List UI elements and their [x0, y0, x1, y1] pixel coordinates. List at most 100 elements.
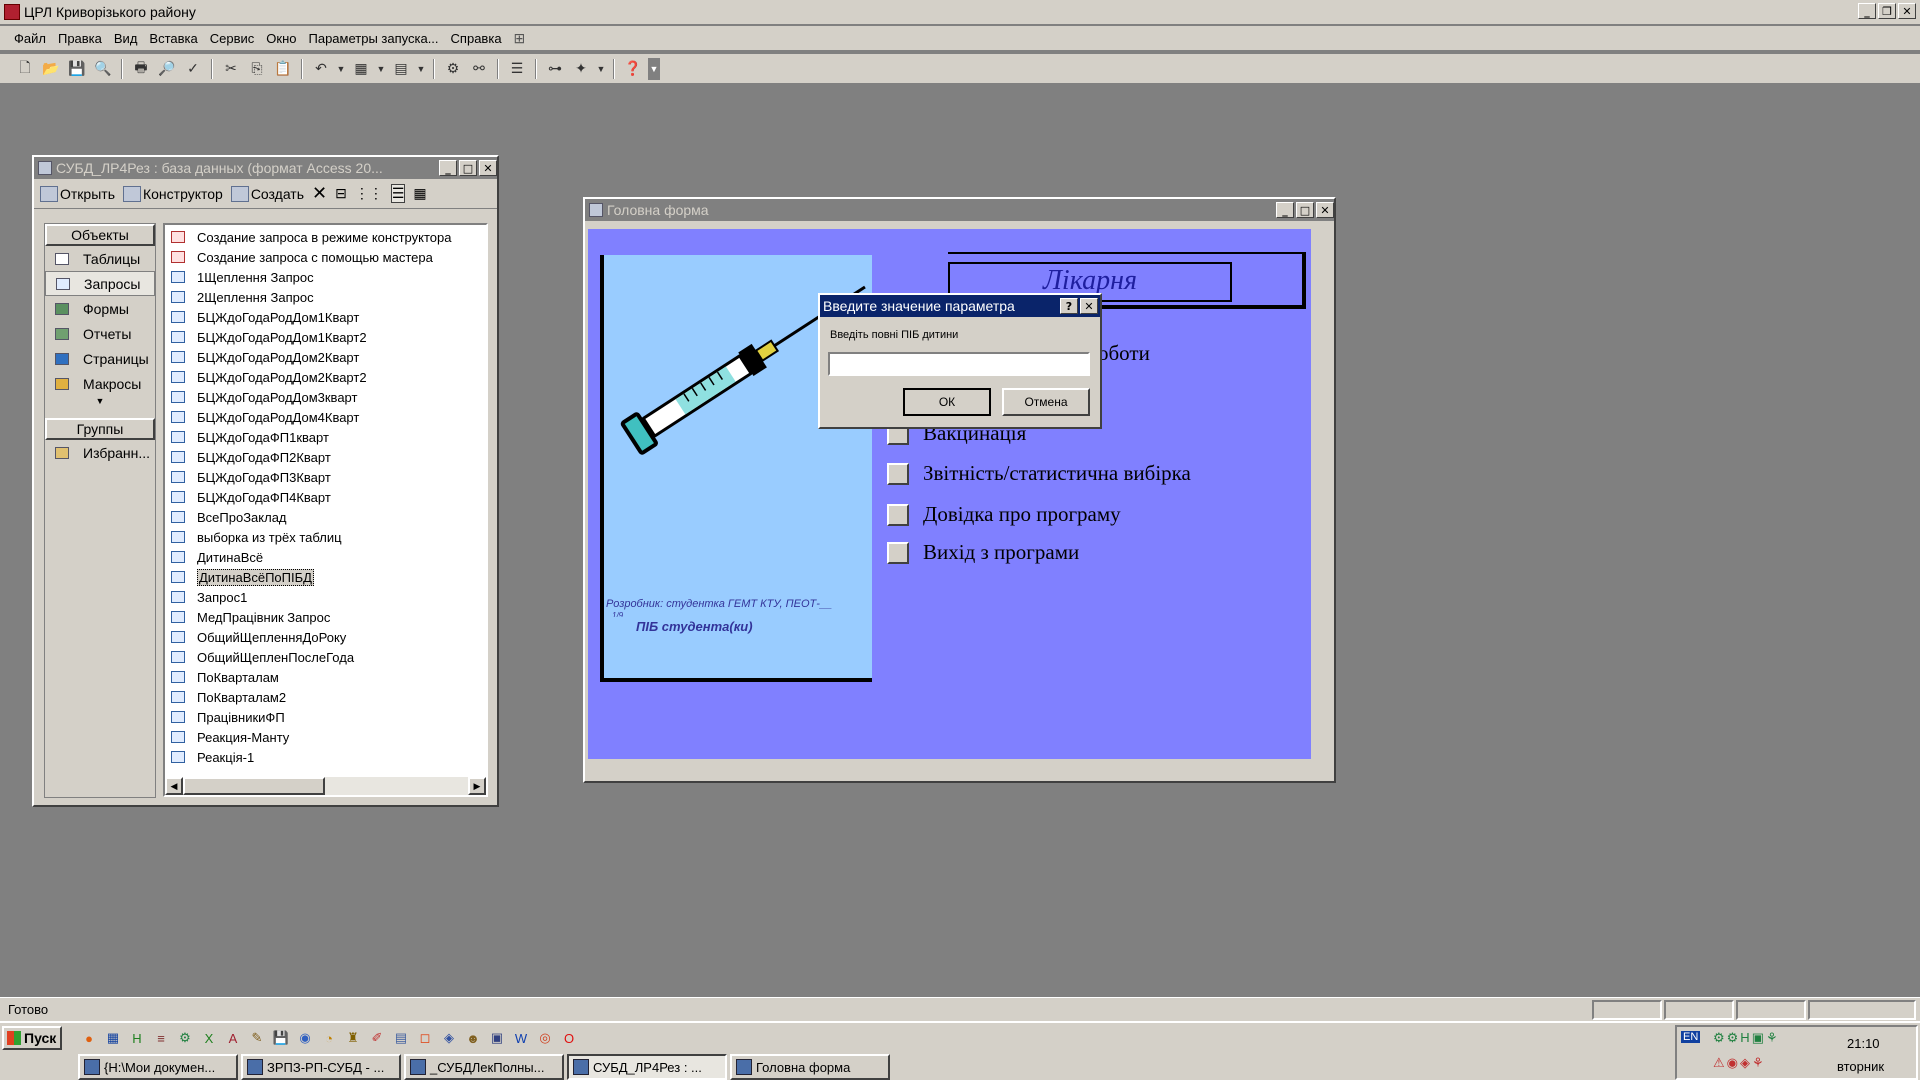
properties-icon[interactable]: ☰	[506, 58, 528, 80]
menu-file[interactable]: Файл	[14, 31, 46, 46]
undo-icon[interactable]: ↶	[310, 58, 332, 80]
query-list-item[interactable]: БЦЖдоГодаРодДом2Кварт2	[165, 367, 486, 387]
close-button[interactable]: ✕	[1898, 3, 1916, 19]
chrome-icon[interactable]: ◎	[534, 1027, 556, 1049]
relationships-icon[interactable]: ⊶	[544, 58, 566, 80]
query-list-item[interactable]: БЦЖдоГодаРодДом3кварт	[165, 387, 486, 407]
objects-header[interactable]: Объекты	[45, 224, 155, 246]
taskbar-button[interactable]: _СУБДЛекПолны...	[404, 1054, 564, 1080]
query-list-item[interactable]: ПоКварталам	[165, 667, 486, 687]
menu-insert[interactable]: Вставка	[149, 31, 197, 46]
office-links-icon[interactable]: ▦	[350, 58, 372, 80]
office-icon[interactable]: ◻	[414, 1027, 436, 1049]
menu-extra-icon[interactable]: ⊞	[514, 30, 526, 47]
file-search-icon[interactable]: 🔍	[92, 58, 114, 80]
menu-item-reports[interactable]: Звітність/статистична вибірка	[887, 461, 1191, 486]
opera-icon[interactable]: O	[558, 1027, 580, 1049]
menu-item-exit[interactable]: Вихід з програми	[887, 540, 1079, 565]
explorer-icon[interactable]: ◈	[438, 1027, 460, 1049]
query-list-item[interactable]: ДитинаВсё	[165, 547, 486, 567]
groups-favorites[interactable]: Избранн...	[45, 440, 155, 465]
undo-dropdown-icon[interactable]: ▼	[336, 58, 346, 80]
db-close-button[interactable]: ✕	[479, 160, 497, 176]
utility-icon[interactable]: H	[126, 1027, 148, 1049]
query-list-item[interactable]: БЦЖдоГодаФП1кварт	[165, 427, 486, 447]
paste-icon[interactable]: 📋	[272, 58, 294, 80]
program-icon[interactable]: ♜	[342, 1027, 364, 1049]
floppy-icon[interactable]: 💾	[270, 1027, 292, 1049]
scroll-right-button[interactable]: ▶	[468, 777, 486, 795]
network-icon[interactable]: ⚙	[174, 1027, 196, 1049]
query-list-item[interactable]: БЦЖдоГодаРодДом2Кварт	[165, 347, 486, 367]
design-button[interactable]: Конструктор	[122, 185, 223, 202]
taskbar-button[interactable]: Головна форма	[730, 1054, 890, 1080]
code-icon[interactable]: ⚙	[442, 58, 464, 80]
open-button[interactable]: Открыть	[40, 185, 115, 202]
menu-window[interactable]: Окно	[266, 31, 296, 46]
books-icon[interactable]: ≡	[150, 1027, 172, 1049]
form-minimize-button[interactable]: _	[1276, 202, 1294, 218]
scroll-left-button[interactable]: ◀	[165, 777, 183, 795]
query-list-item[interactable]: БЦЖдоГодаФП2Кварт	[165, 447, 486, 467]
menu-help[interactable]: Справка	[451, 31, 502, 46]
reports-checkbox[interactable]	[887, 462, 909, 485]
excel-icon[interactable]: X	[198, 1027, 220, 1049]
help-icon[interactable]: ❓	[622, 58, 644, 80]
clock-time[interactable]: 21:10	[1847, 1036, 1880, 1051]
copy-icon[interactable]: ⎘	[246, 58, 268, 80]
analyze-dropdown-icon[interactable]: ▼	[416, 58, 426, 80]
spelling-icon[interactable]: ✓	[182, 58, 204, 80]
restore-button[interactable]: ❐	[1878, 3, 1896, 19]
details-view-button[interactable]: ▦	[413, 185, 426, 202]
query-list-item[interactable]: БЦЖдоГодаРодДом1Кварт2	[165, 327, 486, 347]
objects-forms[interactable]: Формы	[45, 296, 155, 321]
form-maximize-button[interactable]: □	[1296, 202, 1314, 218]
dialog-close-button[interactable]: ✕	[1080, 298, 1098, 314]
save-icon[interactable]: 💾	[66, 58, 88, 80]
query-list-item[interactable]: ВсеПроЗаклад	[165, 507, 486, 527]
query-list-item[interactable]: ОбщийЩепленняДоРоку	[165, 627, 486, 647]
desktop-icon[interactable]: ▣	[486, 1027, 508, 1049]
scroll-thumb[interactable]	[183, 777, 325, 795]
large-icons-button[interactable]: ⊟	[335, 185, 347, 202]
word-icon[interactable]: W	[510, 1027, 532, 1049]
dialog-help-button[interactable]: ?	[1060, 298, 1078, 314]
groups-header[interactable]: Группы	[45, 418, 155, 440]
open-icon[interactable]: 📂	[40, 58, 62, 80]
menu-startup-params[interactable]: Параметры запуска...	[309, 31, 439, 46]
print-icon[interactable]: 🖶	[130, 58, 152, 80]
query-list-item[interactable]: БЦЖдоГодаФП3Кварт	[165, 467, 486, 487]
new-object-dropdown-icon[interactable]: ▼	[596, 58, 606, 80]
start-button[interactable]: Пуск	[2, 1026, 62, 1050]
query-list-item[interactable]: ОбщийЩепленПослеГода	[165, 647, 486, 667]
ok-button[interactable]: ОК	[903, 388, 991, 416]
query-list-item[interactable]: 2Щеплення Запрос	[165, 287, 486, 307]
list-view-button[interactable]: ☰	[390, 184, 406, 203]
query-list-item[interactable]: Реакция-Манту	[165, 727, 486, 747]
taskbar-button[interactable]: ЗРПЗ-РП-СУБД - ...	[241, 1054, 401, 1080]
horizontal-scrollbar[interactable]: ◀ ▶	[165, 777, 486, 795]
menu-item-about[interactable]: Довідка про програму	[887, 502, 1121, 527]
query-list-item[interactable]: ПрацівникиФП	[165, 707, 486, 727]
new-object-icon[interactable]: ✦	[570, 58, 592, 80]
cancel-button[interactable]: Отмена	[1002, 388, 1090, 416]
objects-reports[interactable]: Отчеты	[45, 321, 155, 346]
taskbar-button[interactable]: {H:\Мои докумен...	[78, 1054, 238, 1080]
calculator-icon[interactable]: ▦	[102, 1027, 124, 1049]
query-list-item[interactable]: Создание запроса с помощью мастера	[165, 247, 486, 267]
media-icon[interactable]: ◉	[294, 1027, 316, 1049]
small-icons-button[interactable]: ⋮⋮	[355, 185, 383, 202]
query-list-item[interactable]: Запрос1	[165, 587, 486, 607]
script-icon[interactable]: ⚯	[468, 58, 490, 80]
minimize-button[interactable]: _	[1858, 3, 1876, 19]
query-list-item[interactable]: Создание запроса в режиме конструктора	[165, 227, 486, 247]
query-list-item[interactable]: Реакція-1	[165, 747, 486, 767]
menu-edit[interactable]: Правка	[58, 31, 102, 46]
create-button[interactable]: Создать	[230, 185, 304, 202]
db-minimize-button[interactable]: _	[439, 160, 457, 176]
query-list-item[interactable]: 1Щеплення Запрос	[165, 267, 486, 287]
delete-button[interactable]: ✕	[312, 183, 327, 204]
query-list-item[interactable]: ДитинаВсёПоПІБД	[165, 567, 486, 587]
firefox-icon[interactable]: ●	[78, 1027, 100, 1049]
document-icon[interactable]: ▤	[390, 1027, 412, 1049]
